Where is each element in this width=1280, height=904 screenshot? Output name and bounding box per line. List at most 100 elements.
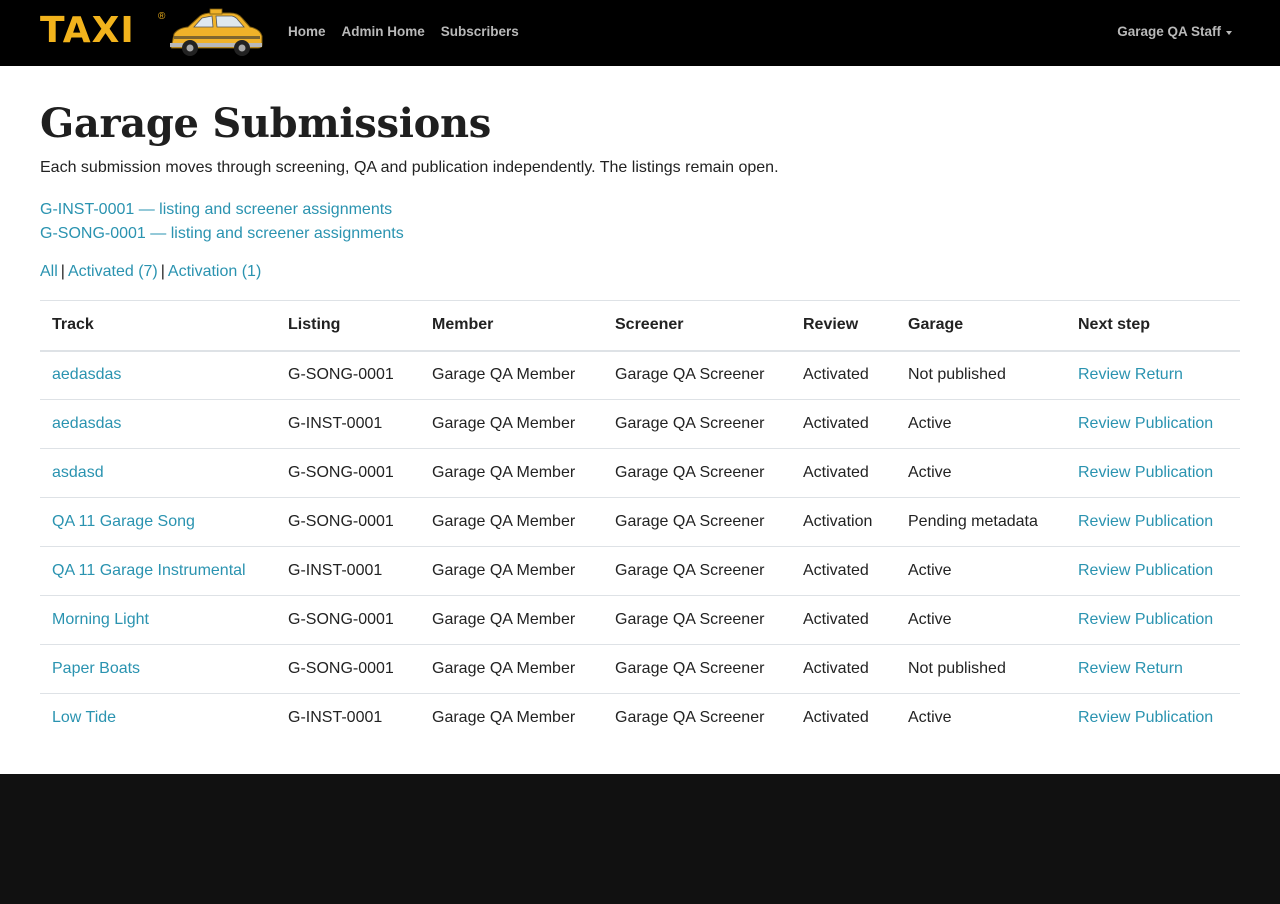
cell-review: Activated xyxy=(791,644,896,694)
track-link[interactable]: aedasdas xyxy=(52,366,121,383)
listing-links: G-INST-0001 — listing and screener assig… xyxy=(40,198,404,246)
nav-home-link[interactable]: Home xyxy=(288,23,326,43)
cell-listing: G-INST-0001 xyxy=(276,399,420,449)
table-body: aedasdas G-SONG-0001 Garage QA Member Ga… xyxy=(40,350,1240,743)
next-step-link[interactable]: Review Publication xyxy=(1078,709,1213,726)
listing-link-g-inst-0001[interactable]: G-INST-0001 — listing and screener assig… xyxy=(40,198,404,222)
col-header-garage: Garage xyxy=(896,300,1066,352)
cell-member: Garage QA Member xyxy=(420,399,603,449)
next-step-link[interactable]: Review Publication xyxy=(1078,464,1213,481)
cell-next-step: Review Publication xyxy=(1066,595,1240,645)
cell-track: asdasd xyxy=(40,448,276,498)
cell-review: Activated xyxy=(791,546,896,596)
cell-member: Garage QA Member xyxy=(420,448,603,498)
cell-garage: Active xyxy=(908,709,952,727)
cell-garage: Pending metadata xyxy=(896,497,1066,547)
cell-screener: Garage QA Screener xyxy=(603,497,791,547)
cell-next-step: Review Publication xyxy=(1066,546,1240,596)
page-title: Garage Submissions xyxy=(40,100,491,147)
cell-track: QA 11 Garage Instrumental xyxy=(40,546,276,596)
track-link[interactable]: asdasd xyxy=(52,464,104,481)
table-row: Morning Light G-SONG-0001 Garage QA Memb… xyxy=(40,595,1240,645)
cell-track: Paper Boats xyxy=(40,644,276,694)
next-step-link[interactable]: Review Return xyxy=(1078,366,1183,383)
track-link[interactable]: QA 11 Garage Instrumental xyxy=(52,562,246,579)
cell-next-step: Review Publication xyxy=(1066,497,1240,547)
cell-track: aedasdas xyxy=(40,399,276,449)
table-row: QA 11 Garage Instrumental G-INST-0001 Ga… xyxy=(40,546,1240,596)
cell-review: Activation xyxy=(791,497,896,547)
track-link[interactable]: Low Tide xyxy=(52,709,116,726)
cell-screener: Garage QA Screener xyxy=(603,448,791,498)
cell-garage: Not published xyxy=(896,350,1066,400)
cell-listing: G-SONG-0001 xyxy=(276,448,420,498)
cell-listing: G-SONG-0001 xyxy=(276,350,420,400)
table-header-row: Track Listing Member Screener Review Gar… xyxy=(40,300,1240,352)
submissions-table: Track Listing Member Screener Review Gar… xyxy=(40,300,1240,743)
cell-screener: Garage QA Screener xyxy=(603,546,791,596)
cell-next-step: Review Return xyxy=(1066,644,1240,694)
track-link[interactable]: QA 11 Garage Song xyxy=(52,513,195,530)
filter-separator: | xyxy=(160,263,165,280)
listing-link-g-song-0001[interactable]: G-SONG-0001 — listing and screener assig… xyxy=(40,222,404,246)
table-row: Low Tide G-INST-0001 Garage QA Member Ga… xyxy=(40,694,1240,743)
user-menu-dropdown[interactable]: Garage QA Staff xyxy=(1117,23,1232,41)
status-filters: All | Activated (7) | Activation (1) xyxy=(40,262,261,282)
next-step-link[interactable]: Review Return xyxy=(1078,660,1183,677)
next-step-link[interactable]: Review Publication xyxy=(1078,513,1213,530)
filter-activated-link[interactable]: Activated (7) xyxy=(68,263,158,280)
track-link[interactable]: aedasdas xyxy=(52,415,121,432)
cell-screener: Garage QA Screener xyxy=(615,709,765,727)
nav-admin-home-link[interactable]: Admin Home xyxy=(342,23,425,43)
cell-next-step: Review Publication xyxy=(1066,694,1240,743)
next-step-link[interactable]: Review Publication xyxy=(1078,611,1213,628)
cell-member: Garage QA Member xyxy=(432,709,576,727)
taxi-cab-icon xyxy=(170,8,263,56)
logo-text: TAXI xyxy=(40,10,135,51)
cell-member: Garage QA Member xyxy=(420,497,603,547)
col-header-review: Review xyxy=(791,300,896,352)
col-header-track: Track xyxy=(40,300,276,352)
cell-review: Activated xyxy=(791,399,896,449)
next-step-link[interactable]: Review Publication xyxy=(1078,562,1213,579)
page-footer xyxy=(0,774,1280,904)
cell-next-step: Review Publication xyxy=(1066,448,1240,498)
cell-member: Garage QA Member xyxy=(420,595,603,645)
col-header-listing: Listing xyxy=(276,300,420,352)
filter-all-link[interactable]: All xyxy=(40,263,58,280)
cell-garage: Active xyxy=(896,399,1066,449)
cell-track: aedasdas xyxy=(40,350,276,400)
cell-review: Activated xyxy=(791,350,896,400)
cell-next-step: Review Return xyxy=(1066,350,1240,400)
cell-member: Garage QA Member xyxy=(420,644,603,694)
cell-member: Garage QA Member xyxy=(420,546,603,596)
cell-screener: Garage QA Screener xyxy=(603,350,791,400)
top-navbar: TAXI ® Home Admin Home Subscribers Garag… xyxy=(0,0,1280,66)
table-row: asdasd G-SONG-0001 Garage QA Member Gara… xyxy=(40,448,1240,498)
cell-review: Activated xyxy=(803,709,869,727)
taxi-logo[interactable]: TAXI ® xyxy=(40,8,264,58)
table-row: aedasdas G-SONG-0001 Garage QA Member Ga… xyxy=(40,350,1240,400)
main-nav: Home Admin Home Subscribers xyxy=(288,23,519,43)
cell-garage: Not published xyxy=(896,644,1066,694)
next-step-link[interactable]: Review Publication xyxy=(1078,415,1213,432)
cell-review: Activated xyxy=(791,595,896,645)
filter-activation-link[interactable]: Activation (1) xyxy=(168,263,261,280)
nav-subscribers-link[interactable]: Subscribers xyxy=(441,23,519,43)
user-menu-label: Garage QA Staff xyxy=(1117,24,1221,39)
caret-down-icon xyxy=(1226,31,1232,35)
track-link[interactable]: Paper Boats xyxy=(52,660,140,677)
cell-track: QA 11 Garage Song xyxy=(40,497,276,547)
col-header-next-step: Next step xyxy=(1066,300,1240,352)
cell-garage: Active xyxy=(896,448,1066,498)
main-content: Garage Submissions Each submission moves… xyxy=(0,66,1280,774)
logo-registered-mark: ® xyxy=(158,11,166,22)
track-link[interactable]: Morning Light xyxy=(52,611,149,628)
cell-track: Low Tide xyxy=(40,694,276,743)
intro-text: Each submission moves through screening,… xyxy=(40,159,779,176)
cell-review: Activated xyxy=(791,448,896,498)
cell-listing: G-INST-0001 xyxy=(288,709,383,727)
cell-garage: Active xyxy=(896,595,1066,645)
cell-member: Garage QA Member xyxy=(420,350,603,400)
col-header-screener: Screener xyxy=(603,300,791,352)
